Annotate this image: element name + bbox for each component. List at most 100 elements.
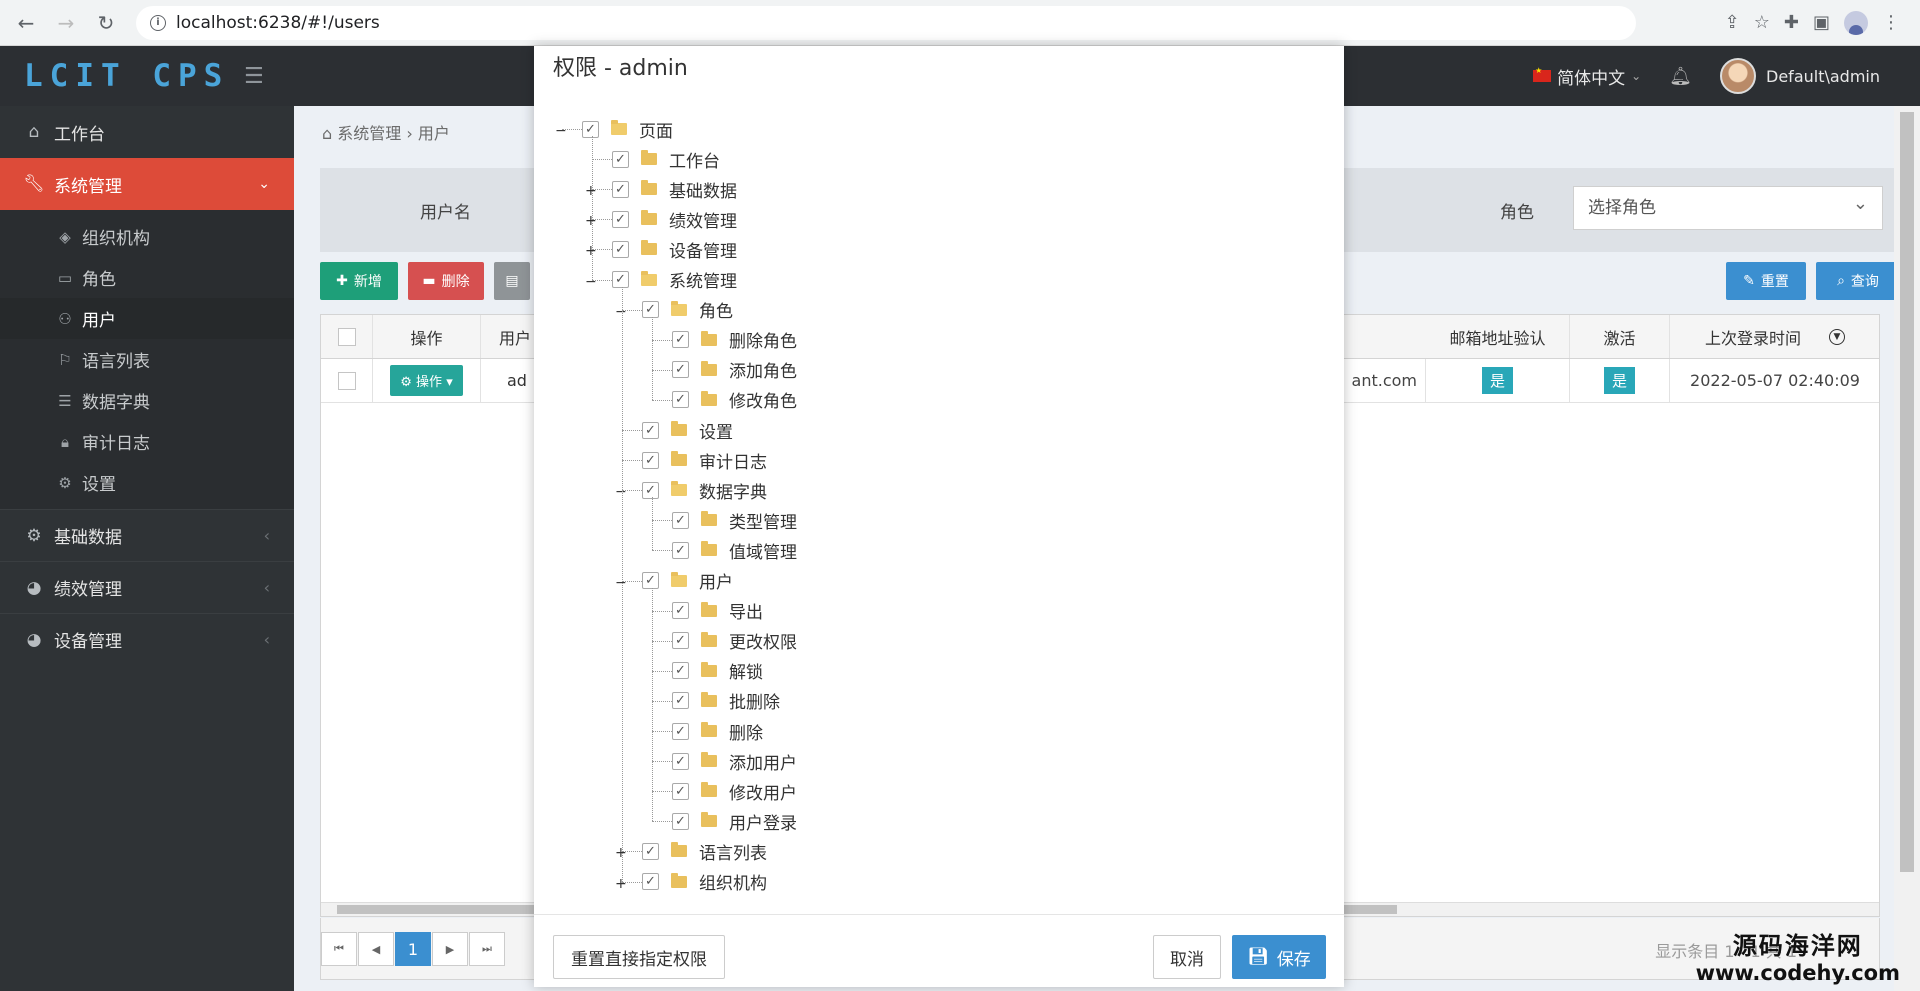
hamburger-menu-icon[interactable]: ☰ (244, 64, 264, 89)
tree-node: ✓ 导出 (672, 598, 763, 624)
tree-checkbox[interactable]: ✓ (612, 150, 629, 168)
tree-checkbox[interactable]: ✓ (612, 210, 629, 228)
info-icon[interactable]: i (150, 14, 166, 31)
star-icon[interactable]: ☆ (1754, 12, 1770, 33)
expand-toggle-icon[interactable]: + (615, 845, 627, 861)
collapse-toggle-icon[interactable]: − (615, 304, 627, 320)
query-button[interactable]: ⌕ 查询 (1816, 262, 1900, 300)
column-header[interactable]: 激活 (1570, 315, 1670, 358)
share-icon[interactable]: ⇪ (1725, 12, 1740, 33)
user-menu[interactable]: Default\admin (1720, 58, 1880, 94)
tree-checkbox[interactable]: ✓ (582, 120, 599, 138)
forward-icon[interactable]: → (46, 3, 86, 43)
sidebar-item-dictionary[interactable]: ☰ 数据字典 (0, 380, 294, 421)
tree-connector (592, 136, 593, 280)
tree-node: ✓ 设备管理 (612, 236, 737, 262)
expand-toggle-icon[interactable]: + (615, 876, 627, 892)
reset-button[interactable]: ✎ 重置 (1726, 262, 1806, 300)
row-action-button[interactable]: ⚙ 操作 ▾ (390, 365, 463, 396)
tree-checkbox[interactable]: ✓ (642, 572, 659, 589)
reload-icon[interactable]: ↻ (86, 3, 126, 43)
last-page-button[interactable]: ⏭ (469, 932, 505, 966)
first-page-button[interactable]: ⏮ (321, 932, 357, 966)
row-checkbox[interactable] (337, 371, 356, 390)
tree-checkbox[interactable]: ✓ (642, 481, 659, 499)
back-icon[interactable]: ← (6, 3, 46, 43)
cancel-button[interactable]: 取消 (1153, 935, 1221, 979)
expand-toggle-icon[interactable]: + (585, 213, 597, 229)
tree-node: ✓ 页面 (582, 116, 673, 142)
breadcrumb-root[interactable]: 系统管理 (337, 124, 401, 143)
tree-checkbox[interactable]: ✓ (672, 602, 689, 620)
sidebar-item-settings[interactable]: ⚙ 设置 (0, 462, 294, 503)
extensions-icon[interactable]: ✚ (1784, 12, 1799, 33)
collapse-toggle-icon[interactable]: − (615, 575, 627, 591)
sidebar-item-audit[interactable]: 🔒︎ 审计日志 (0, 421, 294, 462)
delete-button[interactable]: ▬ 删除 (408, 262, 484, 300)
expand-toggle-icon[interactable]: + (585, 243, 597, 259)
sidebar-icon[interactable]: ▣ (1813, 12, 1830, 33)
sidebar-item-system[interactable]: 🔧︎ 系统管理 ⌄ (0, 158, 304, 210)
page-number-current[interactable]: 1 (395, 932, 431, 966)
tree-connector (652, 339, 672, 341)
add-button[interactable]: ✚ 新增 (320, 262, 398, 300)
tree-checkbox[interactable]: ✓ (672, 632, 689, 650)
sidebar-item-org[interactable]: ◈ 组织机构 (0, 216, 294, 257)
sidebar-item-user[interactable]: ⚇ 用户 (0, 298, 294, 339)
collapse-toggle-icon[interactable]: − (585, 274, 597, 290)
column-header[interactable]: 邮箱地址验认 (1426, 315, 1570, 358)
next-page-button[interactable]: ▶ (432, 932, 468, 966)
tree-checkbox[interactable]: ✓ (612, 180, 629, 198)
tree-checkbox[interactable]: ✓ (672, 541, 689, 559)
tree-checkbox[interactable]: ✓ (642, 301, 659, 319)
prev-page-button[interactable]: ◀ (358, 932, 394, 966)
tree-node-label: 删除角色 (729, 332, 797, 353)
profile-icon[interactable] (1844, 10, 1868, 35)
tree-checkbox[interactable]: ✓ (672, 391, 689, 409)
tree-checkbox[interactable]: ✓ (642, 421, 659, 439)
tree-checkbox[interactable]: ✓ (672, 812, 689, 830)
save-button[interactable]: 💾︎ 保存 (1232, 935, 1326, 979)
tree-connector (652, 731, 672, 732)
tree-checkbox[interactable]: ✓ (672, 361, 689, 379)
sidebar-item-equipment[interactable]: ◕ 设备管理 ‹ (0, 613, 294, 665)
sidebar-item-language[interactable]: ⚐ 语言列表 (0, 339, 294, 380)
sidebar-item-role[interactable]: ▭ 角色 (0, 257, 294, 298)
sidebar-item-basic-data[interactable]: ⚙ 基础数据 ‹ (0, 509, 294, 561)
tree-checkbox[interactable]: ✓ (672, 662, 689, 680)
collapse-toggle-icon[interactable]: − (615, 484, 627, 500)
tree-checkbox[interactable]: ✓ (612, 240, 629, 258)
tree-checkbox[interactable]: ✓ (672, 692, 689, 710)
filter-icon[interactable]: ▼ (1829, 328, 1845, 345)
tree-checkbox[interactable]: ✓ (612, 271, 629, 288)
folder-icon (641, 180, 657, 196)
home-icon: ⌂ (28, 122, 40, 142)
role-select[interactable]: 选择角色 (1573, 183, 1883, 230)
tree-checkbox[interactable]: ✓ (672, 511, 689, 529)
tree-checkbox[interactable]: ✓ (642, 873, 659, 890)
column-header[interactable]: 上次登录时间 ▼ (1670, 315, 1880, 358)
breadcrumb-separator: › (406, 124, 413, 143)
folder-icon (641, 240, 657, 256)
tree-checkbox[interactable]: ✓ (642, 451, 659, 469)
collapse-toggle-icon[interactable]: − (555, 123, 567, 139)
export-button[interactable]: ▤ (494, 262, 530, 300)
bell-icon[interactable]: 🔔︎ (1669, 66, 1692, 87)
vertical-scrollbar[interactable] (1894, 106, 1920, 991)
scrollbar-thumb[interactable] (1900, 112, 1914, 872)
language-selector[interactable]: 简体中文 ⌄ (1533, 64, 1641, 89)
folder-icon (701, 661, 717, 677)
tree-checkbox[interactable]: ✓ (672, 752, 689, 770)
expand-toggle-icon[interactable]: + (585, 183, 597, 199)
sidebar-item-dashboard[interactable]: ⌂ 工作台 (0, 106, 294, 158)
tree-checkbox[interactable]: ✓ (672, 722, 689, 740)
select-all-checkbox[interactable] (337, 327, 356, 346)
tree-node: ✓ 角色 (642, 297, 733, 323)
tree-checkbox[interactable]: ✓ (672, 331, 689, 349)
menu-icon[interactable]: ⋮ (1882, 12, 1900, 33)
address-bar[interactable]: i localhost:6238/#!/users (136, 5, 1636, 40)
tree-checkbox[interactable]: ✓ (642, 842, 659, 860)
reset-permission-button[interactable]: 重置直接指定权限 (553, 935, 725, 979)
tree-checkbox[interactable]: ✓ (672, 782, 689, 800)
sidebar-item-performance[interactable]: ◕ 绩效管理 ‹ (0, 561, 294, 613)
